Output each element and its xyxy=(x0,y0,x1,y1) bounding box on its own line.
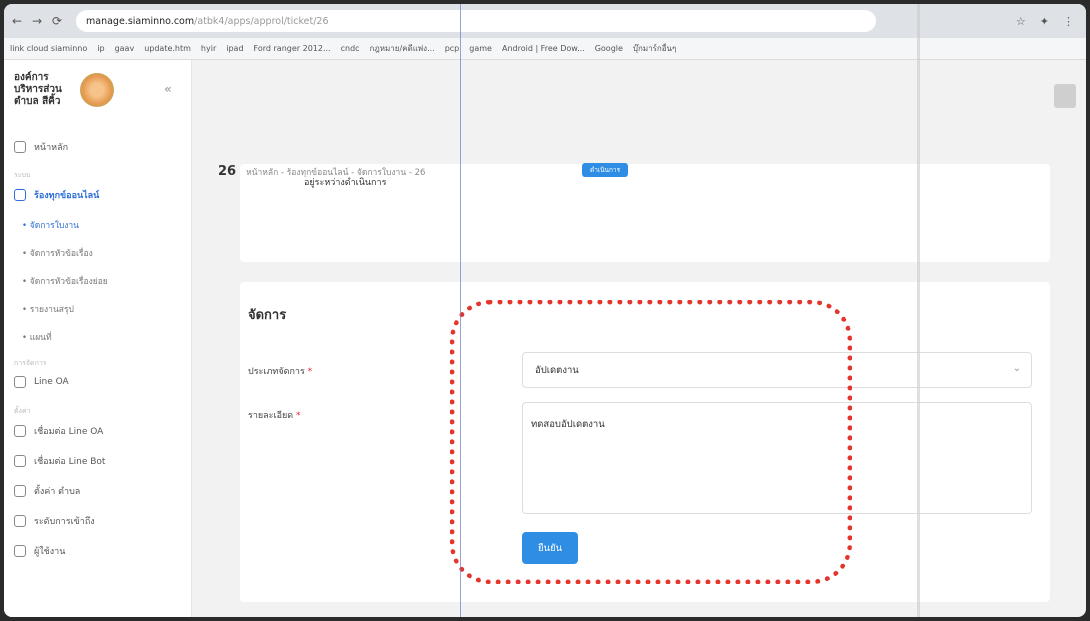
bookmark-item[interactable]: Ford ranger 2012... xyxy=(254,44,331,53)
sidebar-subitem[interactable]: • แผนที่ xyxy=(22,330,52,344)
bookmark-item[interactable]: pcp xyxy=(445,44,460,53)
status-badge: ดำเนินการ xyxy=(582,163,629,177)
type-label: ประเภทจัดการ * xyxy=(248,364,312,378)
org-header: องค์การบริหารส่วนตำบล สีคิ้ว « xyxy=(14,72,172,108)
forward-icon[interactable]: → xyxy=(30,14,44,28)
sidebar-item-label: Line OA xyxy=(34,377,69,387)
sidebar-item-label: เชื่อมต่อ Line OA xyxy=(34,427,104,437)
top-bar xyxy=(192,60,1086,120)
bookmark-item[interactable]: update.htm xyxy=(144,44,191,53)
sidebar-item-label: หน้าหลัก xyxy=(34,143,69,153)
bookmark-item[interactable]: game xyxy=(469,44,492,53)
bookmark-item[interactable]: cndc xyxy=(341,44,360,53)
sidebar-item-icon xyxy=(14,141,26,153)
sidebar-item[interactable]: Line OA xyxy=(14,376,69,388)
extensions-icon[interactable]: ✦ xyxy=(1040,15,1049,28)
url-field[interactable]: manage.siaminno.com /atbk4/apps/approl/t… xyxy=(76,10,876,32)
sidebar-section-label: ระบบ xyxy=(14,171,31,179)
bookmark-item[interactable]: บุ๊กมาร์กอื่นๆ xyxy=(633,42,676,55)
sidebar-subitem[interactable]: • รายงานสรุป xyxy=(22,302,74,316)
back-icon[interactable]: ← xyxy=(10,14,24,28)
status-text: อยู่ระหว่างดำเนินการ xyxy=(304,178,387,188)
sidebar-item-label: ร้องทุกข์ออนไลน์ xyxy=(34,191,100,201)
sidebar: องค์การบริหารส่วนตำบล สีคิ้ว « หน้าหลักร… xyxy=(4,60,192,617)
bookmark-item[interactable]: ip xyxy=(97,44,104,53)
sidebar-item-icon xyxy=(14,189,26,201)
sidebar-item[interactable]: เชื่อมต่อ Line Bot xyxy=(14,454,105,468)
sidebar-item[interactable]: ระดับการเข้าถึง xyxy=(14,514,95,528)
org-logo xyxy=(80,73,114,107)
sidebar-section-label: ตั้งค่า xyxy=(14,407,31,415)
reload-icon[interactable]: ⟳ xyxy=(50,14,64,28)
star-icon[interactable]: ☆ xyxy=(1016,15,1026,28)
collapse-icon[interactable]: « xyxy=(164,82,172,96)
overlay-line xyxy=(460,4,461,617)
browser-window: ← → ⟳ manage.siaminno.com /atbk4/apps/ap… xyxy=(4,4,1086,617)
sidebar-item-icon xyxy=(14,515,26,527)
sidebar-item[interactable]: ผู้ใช้งาน xyxy=(14,544,65,558)
sidebar-item-icon xyxy=(14,376,26,388)
required-mark: * xyxy=(296,411,301,421)
sidebar-item[interactable]: หน้าหลัก xyxy=(14,140,68,154)
sidebar-item-label: เชื่อมต่อ Line Bot xyxy=(34,457,106,467)
sidebar-item-label: ผู้ใช้งาน xyxy=(34,547,66,557)
sidebar-item[interactable]: ร้องทุกข์ออนไลน์ xyxy=(14,188,99,202)
chevron-down-icon: ⌄ xyxy=(1012,363,1021,374)
ticket-id: 26 xyxy=(218,164,237,179)
bookmark-item[interactable]: Google xyxy=(595,44,623,53)
sidebar-subitem[interactable]: • จัดการหัวข้อเรื่อง xyxy=(22,246,93,260)
bookmark-item[interactable]: link cloud siaminno xyxy=(10,44,87,53)
address-bar: ← → ⟳ manage.siaminno.com /atbk4/apps/ap… xyxy=(4,4,1086,38)
url-path: /atbk4/apps/approl/ticket/26 xyxy=(194,15,329,27)
sidebar-item[interactable]: ตั้งค่า ตำบล xyxy=(14,484,80,498)
url-host: manage.siaminno.com xyxy=(86,15,195,27)
bookmark-item[interactable]: ipad xyxy=(226,44,243,53)
bookmark-item[interactable]: กฎหมาย/คดีแพ่ง... xyxy=(370,42,435,55)
sidebar-subitem[interactable]: • จัดการใบงาน xyxy=(22,218,79,232)
overlay-line xyxy=(917,4,920,617)
sidebar-item-icon xyxy=(14,455,26,467)
sidebar-item-label: ระดับการเข้าถึง xyxy=(34,517,95,527)
sidebar-item-icon xyxy=(14,545,26,557)
sidebar-section-label: การจัดการ xyxy=(14,359,47,367)
detail-label-text: รายละเอียด xyxy=(248,411,294,421)
sidebar-item-icon xyxy=(14,485,26,497)
manage-title: จัดการ xyxy=(248,308,287,323)
bookmark-item[interactable]: Android | Free Dow... xyxy=(502,44,585,53)
type-label-text: ประเภทจัดการ xyxy=(248,367,305,377)
extensions: ☆ ✦ ⋮ xyxy=(1016,15,1074,28)
annotation-highlight xyxy=(450,300,852,584)
sidebar-item-label: ตั้งค่า ตำบล xyxy=(34,487,81,497)
bookmarks-bar: link cloud siaminno ip gaav update.htm hyir i… xyxy=(4,38,1086,60)
detail-label: รายละเอียด * xyxy=(248,408,301,422)
sidebar-item[interactable]: เชื่อมต่อ Line OA xyxy=(14,424,103,438)
bookmark-item[interactable]: gaav xyxy=(115,44,135,53)
avatar[interactable] xyxy=(1054,84,1076,108)
menu-icon[interactable]: ⋮ xyxy=(1063,15,1074,28)
required-mark: * xyxy=(307,367,313,377)
sidebar-subitem[interactable]: • จัดการหัวข้อเรื่องย่อย xyxy=(22,274,108,288)
org-name: องค์การบริหารส่วนตำบล สีคิ้ว xyxy=(14,72,62,107)
bookmark-item[interactable]: hyir xyxy=(201,44,216,53)
sidebar-item-icon xyxy=(14,425,26,437)
